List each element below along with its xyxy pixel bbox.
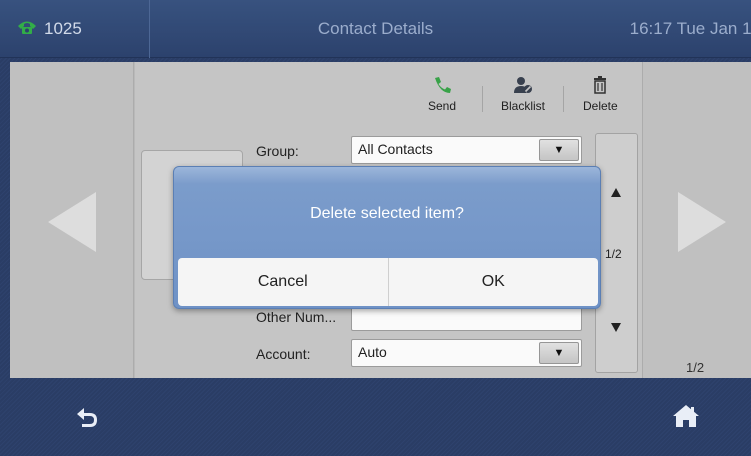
line-indicator[interactable]: 1025 (0, 0, 150, 58)
other-number-label: Other Num... (256, 309, 337, 325)
toolbar-divider (482, 86, 483, 112)
home-icon[interactable] (672, 404, 700, 433)
blacklist-button[interactable]: Blacklist (501, 76, 545, 113)
dialog-buttons: Cancel OK (178, 258, 598, 306)
ok-button[interactable]: OK (387, 258, 599, 306)
group-select[interactable]: All Contacts ▼ (351, 136, 582, 164)
delete-button[interactable]: Delete (583, 76, 618, 113)
cancel-button[interactable]: Cancel (178, 258, 388, 306)
screen: 1025 Contact Details 16:17 Tue Jan 13 1/… (0, 0, 751, 456)
prev-arrow-icon[interactable] (48, 192, 96, 252)
send-button[interactable]: Send (428, 76, 456, 113)
account-label: Account: (256, 346, 311, 362)
send-label: Send (428, 99, 457, 113)
page-scroller: 1/2 (595, 133, 638, 373)
account-value: Auto (358, 344, 387, 360)
bottom-bar (0, 378, 751, 456)
confirm-delete-dialog: Delete selected item? Cancel OK (173, 166, 601, 309)
scroll-up-icon[interactable] (611, 188, 621, 197)
delete-label: Delete (583, 99, 618, 113)
group-value: All Contacts (358, 141, 433, 157)
phone-icon (16, 19, 44, 40)
trash-icon (591, 76, 609, 99)
line-number: 1025 (44, 19, 82, 38)
phone-icon (432, 76, 452, 99)
next-arrow-icon[interactable] (678, 192, 726, 252)
user-block-icon (513, 76, 533, 99)
toolbar-divider (563, 86, 564, 112)
chevron-down-icon[interactable]: ▼ (539, 139, 579, 161)
account-select[interactable]: Auto ▼ (351, 339, 582, 367)
page-title: Contact Details (317, 19, 434, 38)
clock: 16:17 Tue Jan 13 (629, 19, 751, 38)
back-icon[interactable] (75, 406, 99, 433)
chevron-down-icon[interactable]: ▼ (539, 342, 579, 364)
group-label: Group: (256, 143, 299, 159)
page-indicator: 1/2 (605, 247, 622, 261)
blacklist-label: Blacklist (501, 99, 546, 113)
dialog-message: Delete selected item? (310, 205, 464, 222)
contact-page-indicator: 1/2 (686, 360, 705, 375)
scroll-down-icon[interactable] (611, 323, 621, 332)
status-bar: 1025 Contact Details 16:17 Tue Jan 13 (0, 0, 751, 58)
